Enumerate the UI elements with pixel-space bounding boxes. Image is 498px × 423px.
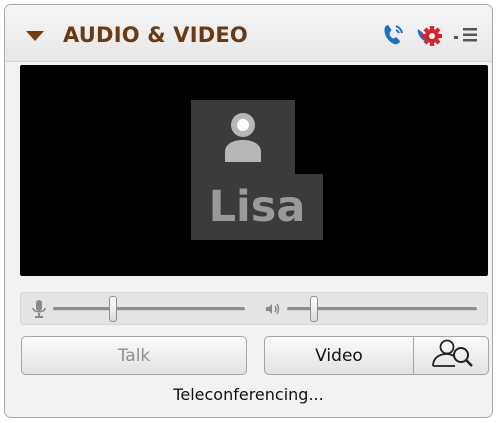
microphone-icon[interactable] <box>31 299 47 323</box>
panel-header: AUDIO & VIDEO <box>5 5 492 62</box>
video-settings-button[interactable] <box>413 336 489 375</box>
participant-avatar <box>191 100 295 174</box>
video-settings-icon <box>427 337 475 374</box>
settings-gear-icon[interactable] <box>414 21 444 53</box>
speaker-volume-slider[interactable] <box>309 296 318 322</box>
participant-name-plate: Lisa <box>191 174 323 240</box>
panel-title: AUDIO & VIDEO <box>63 23 248 47</box>
panel-menu-icon[interactable] <box>453 25 483 49</box>
hand-phone-icon[interactable] <box>379 21 407 53</box>
collapse-triangle-icon[interactable] <box>26 31 44 41</box>
status-text: Teleconferencing... <box>173 385 324 404</box>
mic-volume-track[interactable] <box>53 307 245 311</box>
person-icon <box>221 110 265 168</box>
participant-name: Lisa <box>208 182 306 232</box>
speaker-icon[interactable] <box>264 300 282 322</box>
video-button[interactable]: Video <box>264 336 414 375</box>
video-display: Lisa <box>20 65 488 276</box>
audio-controls <box>20 292 488 325</box>
mic-volume-slider[interactable] <box>108 296 117 322</box>
audio-video-panel: AUDIO & VIDEO Lisa Talk Video Teleconfer… <box>4 4 493 418</box>
talk-button[interactable]: Talk <box>21 336 247 375</box>
